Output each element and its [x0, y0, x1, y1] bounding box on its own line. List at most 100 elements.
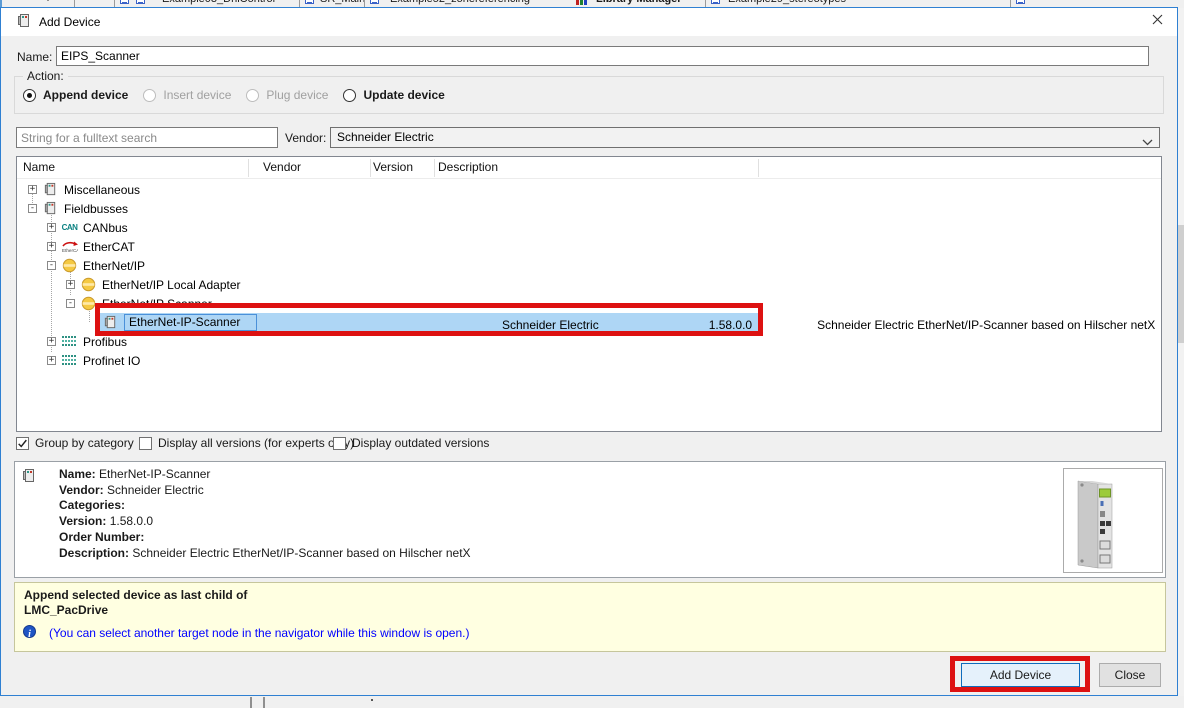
radio-icon [23, 89, 36, 102]
checkbox-label: Group by category [35, 436, 134, 450]
checkbox-checked-icon [16, 437, 29, 450]
expand-icon[interactable]: + [47, 337, 56, 346]
ethernet-ip-icon [80, 277, 97, 292]
scrollbar-thumb[interactable] [1178, 225, 1184, 343]
column-header-vendor[interactable]: Vendor [263, 160, 301, 174]
radio-update-device[interactable]: Update device [343, 88, 444, 102]
tree-row-label: EtherNet/IP Scanner [102, 297, 212, 311]
close-button[interactable]: Close [1099, 663, 1161, 687]
radio-append-device[interactable]: Append device [23, 88, 128, 102]
tree-row-label: Fieldbusses [64, 202, 128, 216]
detail-line: Version: 1.58.0.0 [59, 514, 471, 530]
expand-icon[interactable]: + [47, 242, 56, 251]
radio-label: Update device [363, 88, 444, 102]
pou-icon [370, 0, 379, 4]
tree-row-label: Miscellaneous [64, 183, 140, 197]
collapse-icon[interactable]: - [66, 299, 75, 308]
screen: ▾ ✕ Example03_DnlControl SR_Main Example… [0, 0, 1184, 708]
detail-value: Schneider Electric EtherNet/IP-Scanner b… [132, 546, 470, 560]
fulltext-search-input[interactable] [16, 127, 278, 148]
tree-row-canbus[interactable]: + CAN CANbus [17, 218, 1161, 237]
checkbox-label: Display outdated versions [352, 436, 489, 450]
column-divider[interactable] [758, 159, 759, 177]
radio-icon [343, 89, 356, 102]
tree-row-ethernet-ip-local-adapter[interactable]: + EtherNet/IP Local Adapter [17, 275, 1161, 294]
radio-label: Append device [43, 88, 128, 102]
decorative-dot [371, 699, 373, 701]
collapse-icon[interactable]: - [28, 204, 37, 213]
tree-row-label: EtherCAT [83, 240, 135, 254]
device-icon [42, 201, 59, 216]
background-bottom-strip [0, 697, 1184, 708]
vendor-value: Schneider Electric [337, 130, 434, 144]
append-target-node: LMC_PacDrive [24, 603, 108, 617]
vendor-dropdown[interactable]: Schneider Electric [330, 127, 1160, 148]
checkbox-group-by-category[interactable]: Group by category [16, 436, 134, 450]
profibus-icon [61, 336, 78, 347]
tree-row-ethercat[interactable]: + EtherCAT EtherCAT [17, 237, 1161, 256]
action-group-label: Action: [23, 69, 68, 83]
library-manager-icon [576, 0, 588, 5]
pin-icon[interactable] [44, 0, 52, 5]
radio-icon [143, 89, 156, 102]
checkbox-unchecked-icon [333, 437, 346, 450]
tree-row-fieldbusses[interactable]: - Fieldbusses [17, 199, 1161, 218]
tab-close-icon[interactable]: ✕ [692, 0, 700, 3]
detail-value: 1.58.0.0 [110, 514, 153, 528]
cell-description: Schneider Electric EtherNet/IP-Scanner b… [817, 318, 1155, 332]
splitter-handle[interactable] [250, 697, 252, 708]
tree-row-label: CANbus [83, 221, 128, 235]
tree-row-ethernet-ip[interactable]: - EtherNet/IP [17, 256, 1161, 275]
device-details-text: Name: EtherNet-IP-Scanner Vendor: Schnei… [59, 467, 471, 561]
pou-icon [1016, 0, 1025, 4]
detail-value: EtherNet-IP-Scanner [99, 467, 210, 481]
name-input[interactable] [56, 46, 1149, 66]
vendor-label: Vendor: [285, 131, 326, 145]
can-icon: CAN [61, 223, 78, 232]
collapse-icon[interactable]: - [47, 261, 56, 270]
detail-line: Order Number: [59, 530, 471, 546]
radio-insert-device: Insert device [143, 88, 231, 102]
dialog-close-icon[interactable] [1148, 14, 1166, 30]
tree-row-profinet-io[interactable]: + Profinet IO [17, 351, 1161, 370]
tree-row-ethernet-ip-scanner-device[interactable]: EtherNet-IP-Scanner Schneider Electric 1… [17, 313, 1161, 332]
checkbox-unchecked-icon [139, 437, 152, 450]
tree-row-profibus[interactable]: + Profibus [17, 332, 1161, 351]
tree-row-miscellaneous[interactable]: + Miscellaneous [17, 180, 1161, 199]
ethernet-ip-icon [61, 258, 78, 273]
ethercat-icon: EtherCAT [61, 240, 78, 254]
column-header-version[interactable]: Version [373, 160, 413, 174]
checkbox-display-all-versions[interactable]: Display all versions (for experts only) [139, 436, 354, 450]
device-icon [102, 315, 119, 330]
tree-row-label: EtherNet/IP Local Adapter [102, 278, 241, 292]
detail-line: Vendor: Schneider Electric [59, 483, 471, 499]
tree-row-label: EtherNet-IP-Scanner [124, 314, 257, 331]
checkbox-label: Display all versions (for experts only) [158, 436, 354, 450]
add-device-button[interactable]: Add Device [961, 663, 1080, 687]
detail-label: Version: [59, 514, 106, 528]
detail-label: Description: [59, 546, 129, 560]
radio-label: Plug device [266, 88, 328, 102]
dialog-titlebar[interactable]: Add Device [1, 8, 1177, 36]
close-icon[interactable]: ✕ [59, 0, 67, 3]
column-header-name[interactable]: Name [23, 160, 55, 174]
column-divider[interactable] [434, 159, 435, 177]
svg-text:EtherCAT: EtherCAT [62, 248, 78, 253]
column-header-description[interactable]: Description [438, 160, 498, 174]
expand-icon[interactable]: + [47, 356, 56, 365]
column-divider[interactable] [248, 159, 249, 177]
device-table: Name Vendor Version Description + [16, 156, 1162, 432]
checkbox-display-outdated-versions[interactable]: Display outdated versions [333, 436, 489, 450]
expand-icon[interactable]: + [66, 280, 75, 289]
column-divider[interactable] [370, 159, 371, 177]
caret-down-icon[interactable]: ▾ [28, 0, 33, 3]
expand-icon[interactable]: + [47, 223, 56, 232]
tree-row-ethernet-ip-scanner-category[interactable]: - EtherNet/IP Scanner [17, 294, 1161, 313]
cell-version: 1.58.0.0 [709, 318, 752, 332]
radio-icon [246, 89, 259, 102]
radio-plug-device: Plug device [246, 88, 328, 102]
append-target-line1: Append selected device as last child of [24, 588, 247, 602]
add-device-dialog: Add Device Name: Action: Append device I… [0, 7, 1178, 696]
expand-icon[interactable]: + [28, 185, 37, 194]
splitter-handle[interactable] [263, 697, 265, 708]
